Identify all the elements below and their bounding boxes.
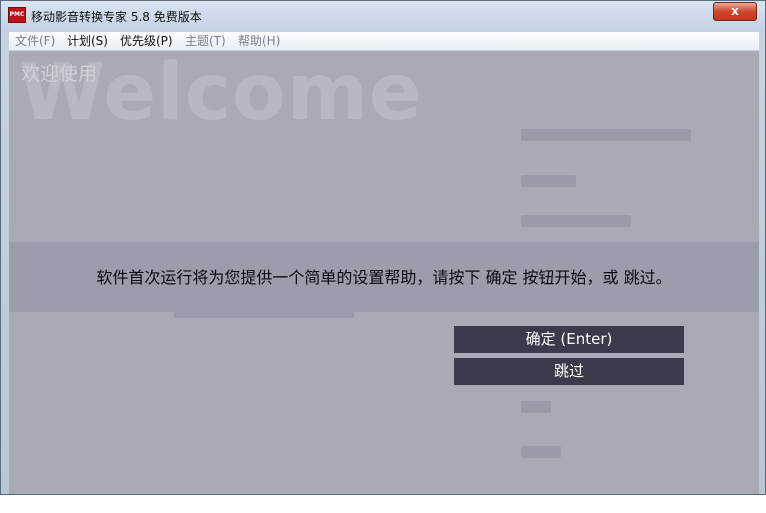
app-icon: PMC — [8, 7, 26, 23]
ghost-line — [521, 401, 551, 413]
setup-banner: 软件首次运行将为您提供一个简单的设置帮助，请按下 确定 按钮开始，或 跳过。 — [9, 242, 759, 312]
menu-schedule[interactable]: 计划(S) — [67, 34, 108, 48]
ghost-line — [521, 175, 576, 187]
app-window: PMC 移动影音转换专家 5.8 免费版本 x 文件(F) 计划(S) 优先级(… — [0, 0, 766, 495]
ghost-line — [521, 446, 561, 458]
window-title: 移动影音转换专家 5.8 免费版本 — [31, 10, 202, 24]
welcome-title: 欢迎使用 — [21, 63, 98, 85]
menu-bar: 文件(F) 计划(S) 优先级(P) 主题(T) 帮助(H) — [9, 32, 759, 51]
ghost-line — [521, 129, 691, 141]
menu-help[interactable]: 帮助(H) — [238, 34, 280, 48]
ghost-line — [521, 215, 631, 227]
skip-button[interactable]: 跳过 — [454, 358, 684, 385]
menu-priority[interactable]: 优先级(P) — [120, 34, 173, 48]
menu-theme[interactable]: 主题(T) — [185, 34, 226, 48]
menu-file[interactable]: 文件(F) — [15, 34, 55, 48]
welcome-overlay: Welcome 欢迎使用 软件首次运行将为您提供一个简单的设置帮助，请按下 确定… — [9, 51, 759, 494]
close-button[interactable]: x — [713, 2, 757, 21]
setup-message: 软件首次运行将为您提供一个简单的设置帮助，请按下 确定 按钮开始，或 跳过。 — [96, 268, 672, 287]
title-bar[interactable]: PMC 移动影音转换专家 5.8 免费版本 x — [1, 1, 765, 31]
ok-button[interactable]: 确定 (Enter) — [454, 326, 684, 353]
